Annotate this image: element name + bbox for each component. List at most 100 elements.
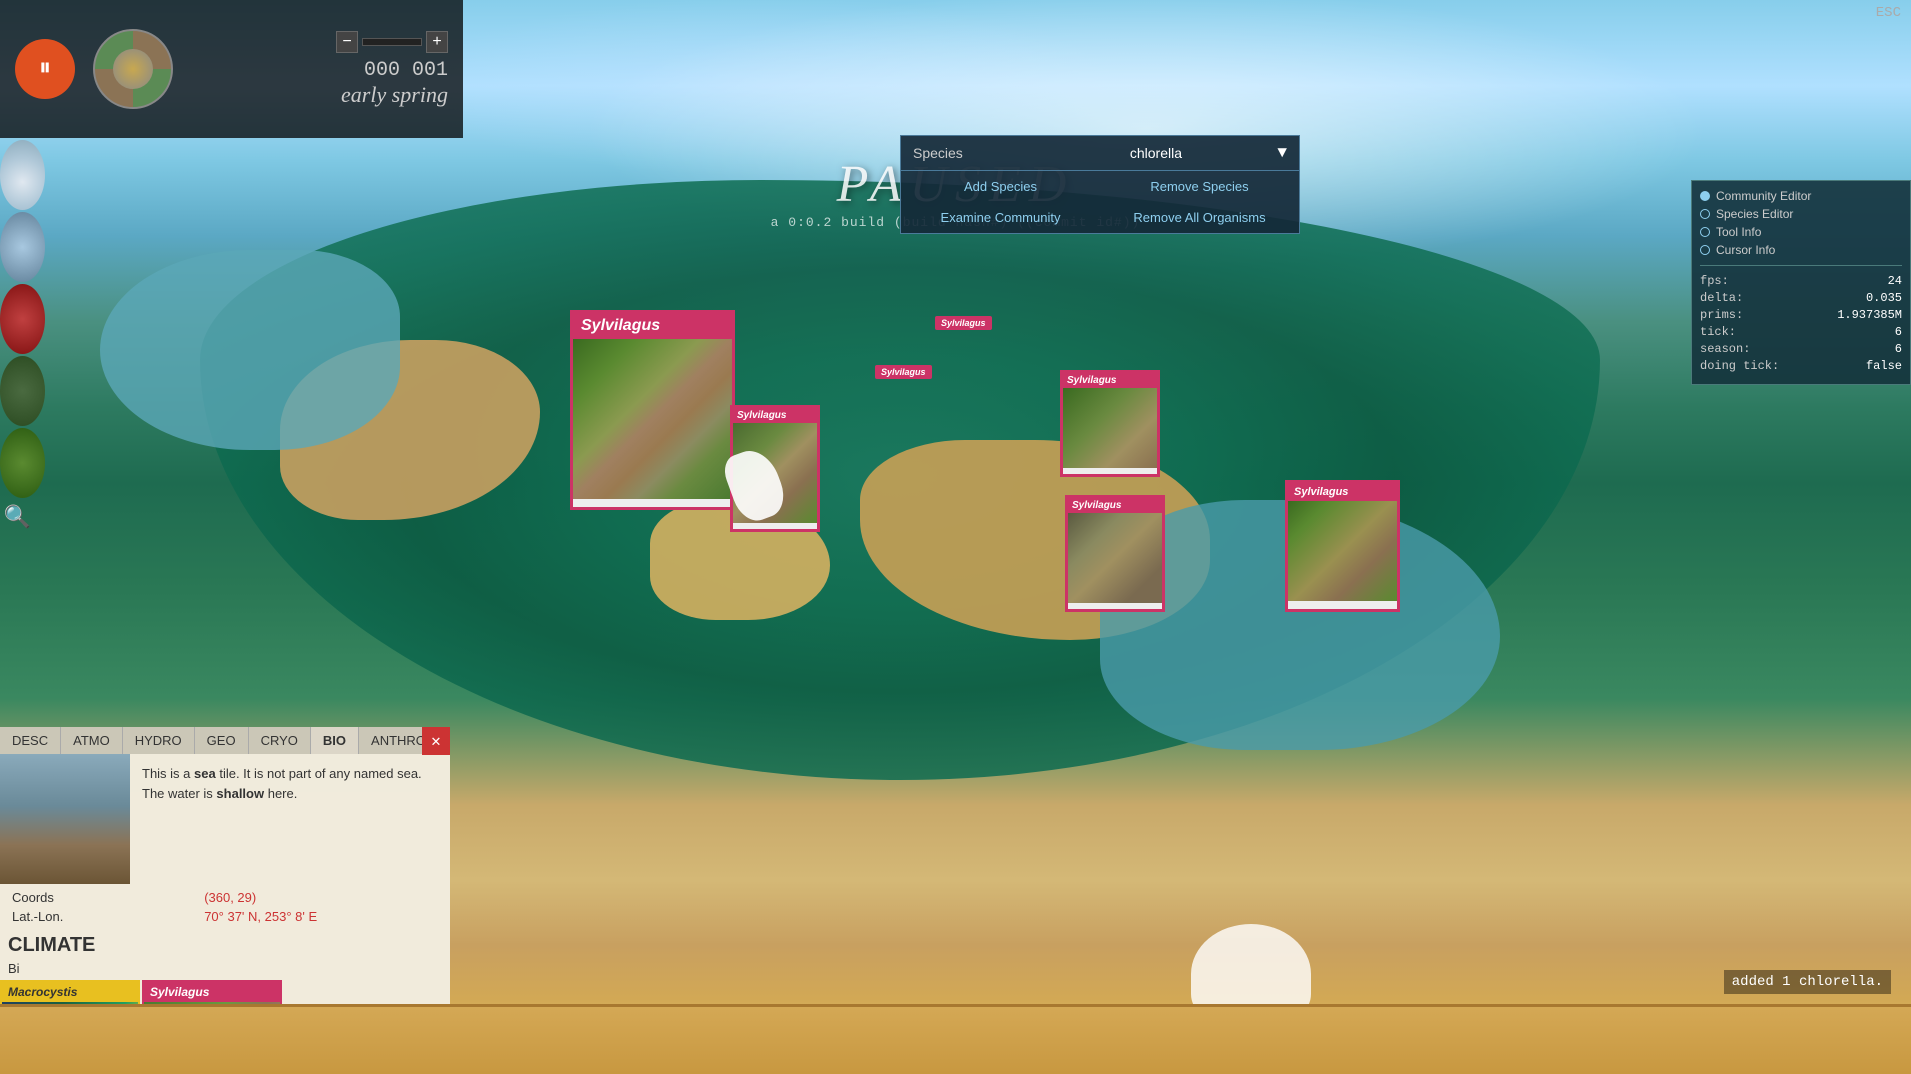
doing-tick-value: false	[1866, 359, 1902, 373]
tab-geo[interactable]: GEO	[195, 727, 249, 754]
radio-cursor-info[interactable]: Cursor Info	[1700, 243, 1902, 257]
bio-label: Bi	[8, 961, 442, 976]
tile-shallow: shallow	[216, 786, 264, 801]
tab-atmo[interactable]: ATMO	[61, 727, 123, 754]
left-icon-bio[interactable]	[0, 428, 45, 498]
pause-button[interactable]: ⏸	[15, 39, 75, 99]
add-species-button[interactable]: Add Species	[901, 171, 1100, 202]
species-panel: Species chlorella ▼ Add Species Remove S…	[900, 135, 1300, 234]
species-dropdown-arrow[interactable]: ▼	[1277, 144, 1287, 162]
prims-label: prims:	[1700, 308, 1743, 322]
hud-season: early spring	[341, 82, 448, 108]
card-4-image	[1068, 513, 1162, 603]
examine-community-button[interactable]: Examine Community	[901, 202, 1100, 233]
card-5-footer	[1288, 601, 1397, 609]
floating-card-sylvi-main[interactable]: Sylvilagus	[570, 310, 735, 510]
radio-label-species: Species Editor	[1716, 207, 1793, 221]
compass	[93, 29, 173, 109]
card-main-header: Sylvilagus	[573, 313, 732, 339]
tile-desc-text1: This is a	[142, 766, 194, 781]
esc-button[interactable]: ESC	[1876, 5, 1901, 21]
delta-label: delta:	[1700, 291, 1743, 305]
floating-card-sylvi-5[interactable]: Sylvilagus	[1285, 480, 1400, 612]
card-main-image	[573, 339, 732, 499]
debug-delta: delta: 0.035	[1700, 291, 1902, 305]
species-label: Species	[913, 145, 1034, 161]
hud-progress-bar	[362, 38, 422, 46]
debug-divider	[1700, 265, 1902, 266]
hud-plus-button[interactable]: +	[426, 31, 448, 53]
pause-icon: ⏸	[39, 55, 51, 83]
sylvilagus-bottom-header: Sylvilagus	[144, 982, 280, 1002]
tab-desc[interactable]: DESC	[0, 727, 61, 754]
card-2-header: Sylvilagus	[733, 408, 817, 423]
water-area	[100, 250, 400, 450]
climate-section: CLIMATE Bi	[0, 930, 450, 980]
lat-lon-value: 70° 37' N, 253° 8' E	[204, 909, 438, 924]
card-4-footer	[1068, 603, 1162, 609]
search-icon[interactable]: 🔍	[0, 500, 35, 535]
tile-coords: Coords (360, 29) Lat.-Lon. 70° 37' N, 25…	[0, 884, 450, 930]
floating-card-sylvi-4[interactable]: Sylvilagus	[1065, 495, 1165, 612]
coords-value: (360, 29)	[204, 890, 438, 905]
tick-label: tick:	[1700, 325, 1736, 339]
left-icon-atmo[interactable]	[0, 212, 45, 282]
coords-label: Coords	[12, 890, 184, 905]
fps-label: fps:	[1700, 274, 1729, 288]
left-icon-hydro[interactable]	[0, 284, 45, 354]
card-2-footer	[733, 523, 817, 529]
tile-info-area: This is a sea tile. It is not part of an…	[0, 754, 450, 884]
remove-species-button[interactable]: Remove Species	[1100, 171, 1299, 202]
remove-all-organisms-button[interactable]: Remove All Organisms	[1100, 202, 1299, 233]
radio-label-community: Community Editor	[1716, 189, 1811, 203]
panel-close-button[interactable]: ✕	[422, 727, 450, 755]
card-main-footer	[573, 499, 732, 507]
debug-prims: prims: 1.937385M	[1700, 308, 1902, 322]
left-icons: 🔍	[0, 140, 45, 535]
card-3-header: Sylvilagus	[1063, 373, 1157, 388]
species-label-card-2: Sylvilagus	[875, 365, 932, 379]
card-5-image	[1288, 501, 1397, 601]
tile-type: sea	[194, 766, 216, 781]
left-icon-cloud[interactable]	[0, 140, 45, 210]
card-3-footer	[1063, 468, 1157, 474]
hud-minus-button[interactable]: −	[336, 31, 358, 53]
floating-card-sylvi-3[interactable]: Sylvilagus	[1060, 370, 1160, 477]
radio-dot-cursor	[1700, 245, 1710, 255]
card-5-header: Sylvilagus	[1288, 483, 1397, 501]
season-debug-label: season:	[1700, 342, 1750, 356]
tile-desc-text3: here.	[264, 786, 297, 801]
debug-season: season: 6	[1700, 342, 1902, 356]
hud-counter: 000 001	[364, 59, 448, 82]
left-icon-geo[interactable]	[0, 356, 45, 426]
prims-value: 1.937385M	[1837, 308, 1902, 322]
delta-value: 0.035	[1866, 291, 1902, 305]
doing-tick-label: doing tick:	[1700, 359, 1779, 373]
tab-bio[interactable]: BIO	[311, 727, 359, 754]
hud-controls-row: − +	[336, 31, 448, 53]
tab-hydro[interactable]: HYDRO	[123, 727, 195, 754]
species-buttons: Add Species Remove Species Examine Commu…	[901, 171, 1299, 233]
species-label-card-1: Sylvilagus	[935, 316, 992, 330]
macrocystis-header: Macrocystis	[2, 982, 138, 1002]
compass-inner	[113, 49, 153, 89]
season-debug-value: 6	[1895, 342, 1902, 356]
radio-label-cursor: Cursor Info	[1716, 243, 1775, 257]
climate-title: CLIMATE	[8, 934, 442, 957]
debug-fps: fps: 24	[1700, 274, 1902, 288]
tab-bar: DESC ATMO HYDRO GEO CRYO BIO ANTHRO ✕	[0, 727, 450, 754]
tile-description: This is a sea tile. It is not part of an…	[130, 754, 450, 884]
radio-tool-info[interactable]: Tool Info	[1700, 225, 1902, 239]
card-3-image	[1063, 388, 1157, 468]
compass-circle	[93, 29, 173, 109]
fps-value: 24	[1888, 274, 1902, 288]
debug-doing-tick: doing tick: false	[1700, 359, 1902, 373]
tick-value: 6	[1895, 325, 1902, 339]
tab-cryo[interactable]: CRYO	[249, 727, 311, 754]
radio-species-editor[interactable]: Species Editor	[1700, 207, 1902, 221]
tile-image	[0, 754, 130, 884]
radio-label-tool: Tool Info	[1716, 225, 1761, 239]
species-value: chlorella	[1034, 145, 1277, 161]
radio-dot-tool	[1700, 227, 1710, 237]
radio-community-editor[interactable]: Community Editor	[1700, 189, 1902, 203]
